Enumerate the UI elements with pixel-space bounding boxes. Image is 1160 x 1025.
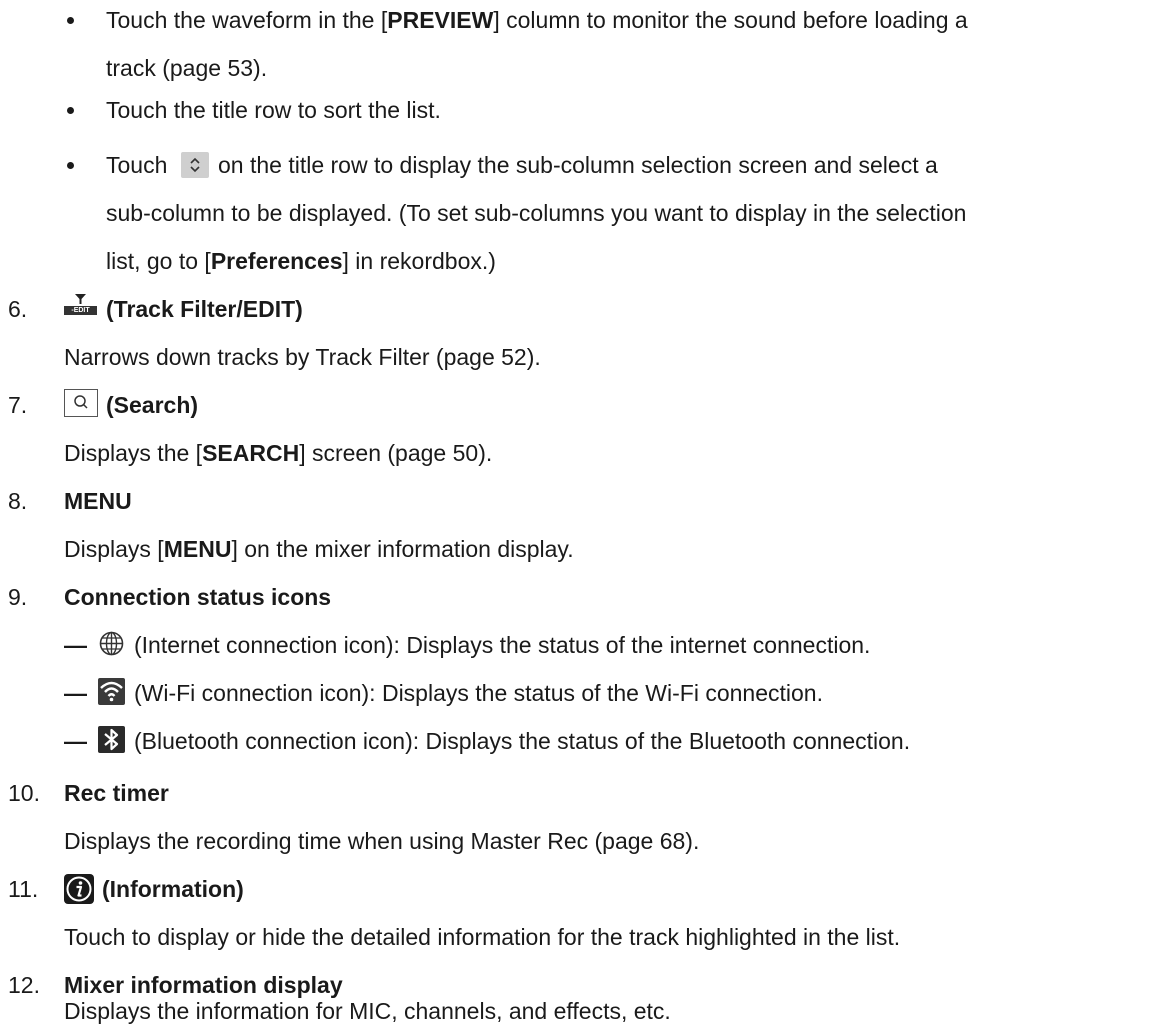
- bullet-marker: [67, 107, 74, 114]
- item-number: 12.: [8, 972, 40, 998]
- bullet-2-line-1: Touch the title row to sort the list.: [106, 97, 441, 123]
- item-12-description-visible: Displays the information for MIC, channe…: [64, 998, 671, 1024]
- bluetooth-icon: [98, 726, 125, 753]
- bullet-3-line-2: sub-column to be displayed. (To set sub-…: [106, 200, 967, 226]
- wifi-icon: [98, 678, 125, 705]
- item-8-title: MENU: [64, 488, 132, 514]
- internet-icon-description: (Internet connection icon): Displays the…: [134, 632, 871, 658]
- bullet-3-line-3: list, go to [Preferences] in rekordbox.): [106, 248, 496, 274]
- bullet-3-line-1: Touch: [106, 152, 168, 178]
- item-number: 6.: [8, 296, 28, 322]
- bullet-3-line-1-cont: on the title row to display the sub-colu…: [218, 152, 938, 178]
- search-icon: [64, 389, 98, 417]
- item-11-description: Touch to display or hide the detailed in…: [64, 924, 901, 950]
- dash: —: [64, 680, 87, 706]
- bullet-marker: [67, 162, 74, 169]
- item-number: 8.: [8, 488, 28, 514]
- item-11-title: (Information): [102, 876, 244, 902]
- item-number: 11.: [8, 876, 39, 902]
- item-6-title: (Track Filter/EDIT): [106, 296, 303, 322]
- wifi-icon-description: (Wi-Fi connection icon): Displays the st…: [134, 680, 823, 706]
- globe-icon: [98, 630, 125, 657]
- item-6-description: Narrows down tracks by Track Filter (pag…: [64, 344, 541, 370]
- dash: —: [64, 728, 87, 754]
- filter-edit-label: -EDIT: [71, 307, 90, 314]
- bullet-1-line-1: Touch the waveform in the [PREVIEW] colu…: [106, 7, 968, 33]
- item-8-description: Displays [MENU] on the mixer information…: [64, 536, 574, 562]
- bluetooth-icon-description: (Bluetooth connection icon): Displays th…: [134, 728, 911, 754]
- item-10-description: Displays the recording time when using M…: [64, 828, 700, 854]
- item-number: 7.: [8, 392, 28, 418]
- track-filter-edit-icon: -EDIT: [64, 293, 97, 315]
- item-12-title: Mixer information display: [64, 972, 343, 998]
- item-7-title: (Search): [106, 392, 199, 418]
- item-7-description: Displays the [SEARCH] screen (page 50).: [64, 440, 493, 466]
- information-icon: [64, 874, 94, 904]
- item-number: 10.: [8, 780, 40, 806]
- item-9-title: Connection status icons: [64, 584, 332, 610]
- bullet-1-line-2: track (page 53).: [106, 55, 268, 81]
- bullet-marker: [67, 17, 74, 24]
- dash: —: [64, 632, 87, 658]
- chevron-up-down-icon: [181, 152, 209, 178]
- item-number: 9.: [8, 584, 28, 610]
- item-10-title: Rec timer: [64, 780, 169, 806]
